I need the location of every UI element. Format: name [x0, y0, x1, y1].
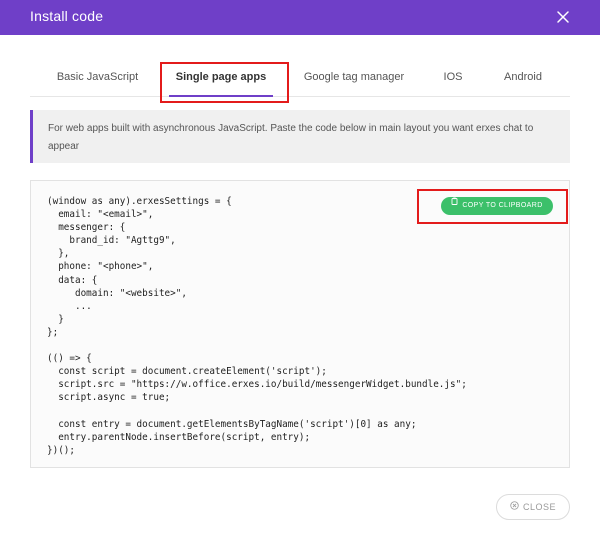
tab-single-page-apps[interactable]: Single page apps — [165, 60, 277, 97]
install-code-snippet: (window as any).erxesSettings = { email:… — [47, 196, 467, 456]
tab-android[interactable]: Android — [495, 60, 551, 96]
close-button[interactable]: CLOSE — [496, 494, 570, 520]
tab-basic-javascript[interactable]: Basic JavaScript — [47, 60, 148, 96]
copy-button-label: COPY TO CLIPBOARD — [462, 202, 543, 209]
install-code-modal: Install code Basic JavaScript Single pag… — [0, 0, 600, 541]
modal-title: Install code — [30, 8, 104, 24]
close-icon[interactable] — [556, 10, 570, 24]
tab-bar: Basic JavaScript Single page apps Google… — [30, 60, 570, 97]
code-block: (window as any).erxesSettings = { email:… — [30, 180, 570, 468]
tab-google-tag-manager[interactable]: Google tag manager — [298, 60, 410, 96]
clipboard-icon — [451, 195, 458, 213]
close-button-label: CLOSE — [522, 502, 556, 512]
info-text: For web apps built with asynchronous Jav… — [48, 123, 534, 152]
cancel-circle-icon — [510, 495, 519, 519]
copy-to-clipboard-button[interactable]: COPY TO CLIPBOARD — [441, 197, 553, 215]
tab-ios[interactable]: IOS — [434, 60, 472, 96]
modal-header: Install code — [0, 0, 600, 35]
info-banner: For web apps built with asynchronous Jav… — [30, 110, 570, 163]
